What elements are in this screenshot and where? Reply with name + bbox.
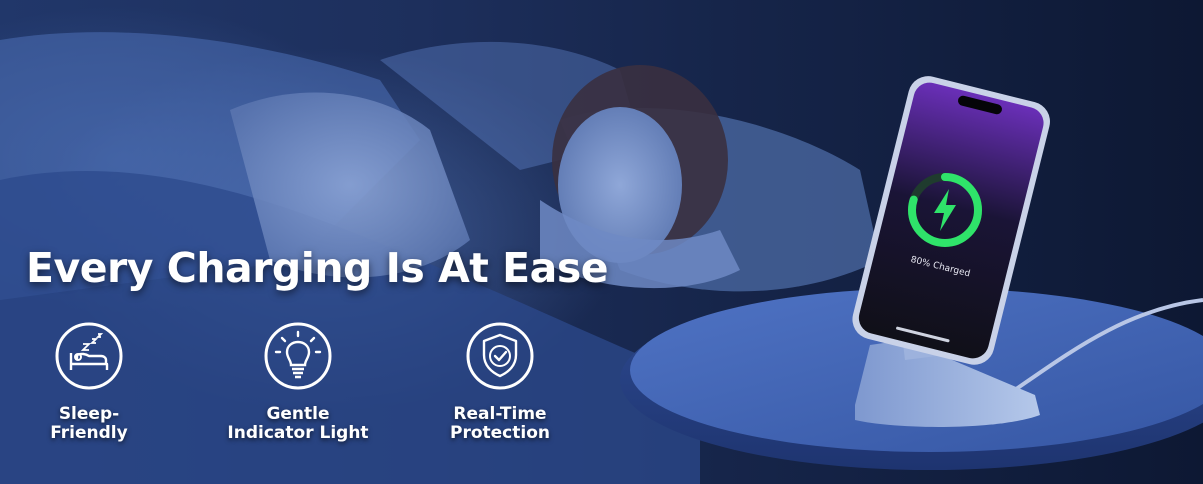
feature-label: Gentle Indicator Light (227, 404, 369, 443)
sleeping-in-bed-icon (55, 322, 123, 390)
light-bulb-icon (264, 322, 332, 390)
product-banner: 80% Charged Every Charging Is At Ease Sl… (0, 0, 1203, 484)
headline: Every Charging Is At Ease (26, 244, 609, 292)
shield-check-icon (466, 322, 534, 390)
feature-sleep-friendly: Sleep- Friendly (0, 320, 184, 443)
feature-label: Sleep- Friendly (50, 404, 128, 443)
feature-real-time-protection: Real-Time Protection (405, 320, 595, 443)
feature-label: Real-Time Protection (450, 404, 550, 443)
feature-gentle-indicator-light: Gentle Indicator Light (203, 320, 393, 443)
lightning-icon (934, 189, 956, 231)
charging-indicator (908, 173, 982, 247)
